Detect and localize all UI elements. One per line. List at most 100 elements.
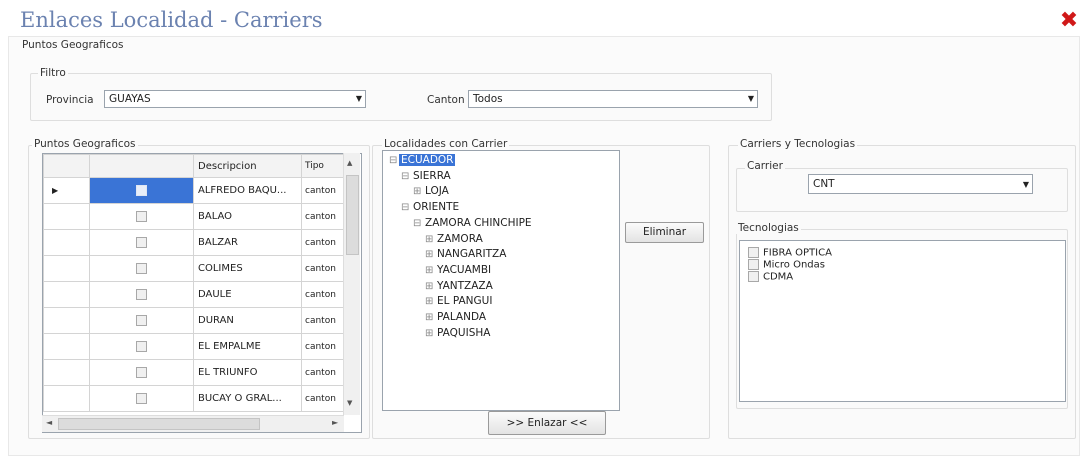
row-checkbox-cell[interactable] bbox=[89, 255, 194, 282]
grid-header-tipo[interactable]: Tipo bbox=[301, 154, 348, 178]
collapse-icon[interactable]: ⊟ bbox=[401, 202, 411, 213]
tree-node[interactable]: ⊞ ZAMORA bbox=[425, 233, 483, 245]
tree-node[interactable]: ⊟ ZAMORA CHINCHIPE bbox=[413, 217, 532, 229]
row-indicator bbox=[43, 203, 90, 230]
table-row[interactable]: EL EMPALME canton bbox=[43, 333, 348, 360]
collapse-icon[interactable]: ⊟ bbox=[413, 218, 423, 229]
table-row[interactable]: ▶ ALFREDO BAQU... canton bbox=[43, 177, 348, 204]
grid-horizontal-scrollbar[interactable]: ◄ ► bbox=[42, 415, 344, 432]
row-checkbox-cell[interactable] bbox=[89, 359, 194, 386]
row-checkbox-cell[interactable] bbox=[89, 281, 194, 308]
scroll-left-icon[interactable]: ◄ bbox=[46, 418, 52, 427]
canton-select[interactable]: Todos ▼ bbox=[468, 90, 758, 108]
tree-node[interactable]: ⊟ SIERRA bbox=[401, 170, 451, 182]
expand-icon[interactable]: ⊞ bbox=[425, 234, 435, 245]
row-checkbox-cell[interactable] bbox=[89, 307, 194, 334]
tech-checkbox[interactable] bbox=[748, 247, 759, 258]
tree-node-label: ZAMORA CHINCHIPE bbox=[425, 216, 532, 229]
provincia-value: GUAYAS bbox=[109, 93, 151, 105]
expand-icon[interactable]: ⊞ bbox=[425, 312, 435, 323]
table-row[interactable]: DURAN canton bbox=[43, 307, 348, 334]
scroll-thumb[interactable] bbox=[346, 175, 359, 255]
cell-tipo: canton bbox=[301, 359, 348, 386]
cell-tipo: canton bbox=[301, 177, 348, 204]
row-indicator bbox=[43, 359, 90, 386]
carrier-subgroup-title: Carrier bbox=[745, 160, 785, 172]
tech-label: FIBRA OPTICA bbox=[763, 247, 832, 259]
current-row-icon: ▶ bbox=[52, 186, 59, 195]
tree-node-label: PAQUISHA bbox=[437, 326, 491, 339]
row-checkbox[interactable] bbox=[136, 366, 147, 378]
row-checkbox[interactable] bbox=[136, 288, 147, 300]
tech-checkbox[interactable] bbox=[748, 259, 759, 270]
table-row[interactable]: BALZAR canton bbox=[43, 229, 348, 256]
tech-label: CDMA bbox=[763, 271, 794, 283]
cell-descripcion: DAULE bbox=[193, 281, 302, 308]
row-checkbox[interactable] bbox=[136, 314, 147, 326]
collapse-icon[interactable]: ⊟ bbox=[389, 155, 399, 166]
row-checkbox-cell[interactable] bbox=[89, 333, 194, 360]
tree-node-label: ORIENTE bbox=[413, 201, 460, 214]
tree-node-label: PALANDA bbox=[437, 311, 487, 323]
tree-node[interactable]: ⊞ YACUAMBI bbox=[425, 264, 491, 276]
row-checkbox[interactable] bbox=[136, 262, 147, 274]
row-checkbox[interactable] bbox=[136, 210, 147, 222]
collapse-icon[interactable]: ⊟ bbox=[401, 171, 411, 182]
row-checkbox-cell[interactable] bbox=[89, 229, 194, 256]
row-indicator bbox=[43, 307, 90, 334]
table-row[interactable]: COLIMES canton bbox=[43, 255, 348, 282]
scroll-up-icon[interactable]: ▲ bbox=[347, 159, 352, 167]
table-row[interactable]: BALAO canton bbox=[43, 203, 348, 230]
tech-checkbox[interactable] bbox=[748, 271, 759, 282]
row-checkbox[interactable] bbox=[136, 340, 147, 352]
expand-icon[interactable]: ⊞ bbox=[425, 328, 435, 339]
grid-vertical-scrollbar[interactable]: ▲ ▼ bbox=[343, 153, 360, 415]
list-item[interactable]: Micro Ondas bbox=[748, 259, 825, 271]
close-icon[interactable]: ✖ bbox=[1058, 10, 1080, 32]
expand-icon[interactable]: ⊞ bbox=[413, 186, 423, 197]
row-indicator: ▶ bbox=[43, 177, 90, 204]
tree-node[interactable]: ⊞ LOJA bbox=[413, 185, 449, 197]
list-item[interactable]: FIBRA OPTICA bbox=[748, 247, 832, 259]
tree-node[interactable]: ⊟ ECUADOR bbox=[389, 154, 456, 166]
table-row[interactable]: DAULE canton bbox=[43, 281, 348, 308]
grid-header-check bbox=[89, 154, 194, 178]
localidades-tree[interactable]: ⊟ ECUADOR ⊟ SIERRA ⊞ LOJA ⊟ ORIENTE ⊟ ZAMORA CHIN… bbox=[382, 150, 620, 411]
table-row[interactable]: EL TRIUNFO canton bbox=[43, 359, 348, 386]
tree-node-label: SIERRA bbox=[413, 169, 451, 182]
scroll-right-icon[interactable]: ► bbox=[332, 418, 338, 427]
hscroll-thumb[interactable] bbox=[58, 418, 260, 430]
technologies-list[interactable]: FIBRA OPTICA Micro Ondas CDMA bbox=[739, 240, 1066, 402]
tree-node[interactable]: ⊟ ORIENTE bbox=[401, 201, 459, 213]
tree-node[interactable]: ⊞ PAQUISHA bbox=[425, 327, 490, 339]
window-title: Enlaces Localidad - Carriers bbox=[20, 8, 323, 32]
tree-node[interactable]: ⊞ YANTZAZA bbox=[425, 280, 493, 292]
points-grid[interactable]: Descripcion Tipo ▶ ALFREDO BAQU... canton B… bbox=[42, 153, 362, 433]
expand-icon[interactable]: ⊞ bbox=[425, 281, 435, 292]
cell-tipo: canton bbox=[301, 255, 348, 282]
tree-node[interactable]: ⊞ PALANDA bbox=[425, 311, 486, 323]
scroll-down-icon[interactable]: ▼ bbox=[347, 399, 352, 407]
expand-icon[interactable]: ⊞ bbox=[425, 265, 435, 276]
row-checkbox[interactable] bbox=[136, 184, 147, 196]
row-checkbox[interactable] bbox=[136, 236, 147, 248]
table-row[interactable]: BUCAY O GRAL... canton bbox=[43, 385, 348, 412]
cell-tipo: canton bbox=[301, 203, 348, 230]
cell-descripcion: BALZAR bbox=[193, 229, 302, 256]
eliminar-button[interactable]: Eliminar bbox=[625, 222, 704, 243]
row-checkbox-cell[interactable] bbox=[89, 177, 194, 204]
list-item[interactable]: CDMA bbox=[748, 271, 793, 283]
expand-icon[interactable]: ⊞ bbox=[425, 296, 435, 307]
cell-descripcion: BUCAY O GRAL... bbox=[193, 385, 302, 412]
row-checkbox[interactable] bbox=[136, 392, 147, 404]
enlazar-button[interactable]: >> Enlazar << bbox=[488, 411, 606, 435]
row-checkbox-cell[interactable] bbox=[89, 385, 194, 412]
tree-node[interactable]: ⊞ EL PANGUI bbox=[425, 295, 492, 307]
provincia-select[interactable]: GUAYAS ▼ bbox=[104, 90, 366, 108]
cell-tipo: canton bbox=[301, 281, 348, 308]
tree-node[interactable]: ⊞ NANGARITZA bbox=[425, 248, 506, 260]
carrier-select[interactable]: CNT ▼ bbox=[808, 174, 1033, 194]
expand-icon[interactable]: ⊞ bbox=[425, 249, 435, 260]
row-checkbox-cell[interactable] bbox=[89, 203, 194, 230]
grid-header-descripcion[interactable]: Descripcion bbox=[193, 154, 302, 178]
